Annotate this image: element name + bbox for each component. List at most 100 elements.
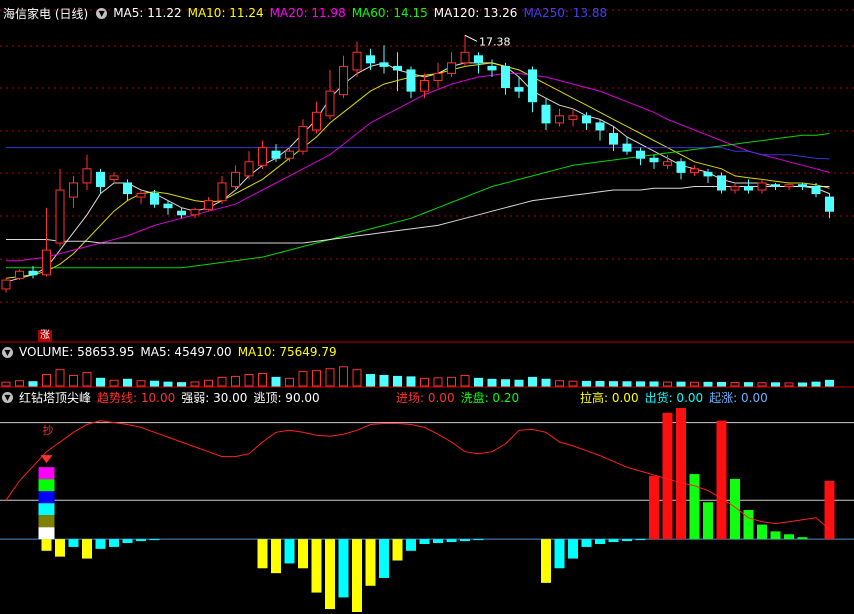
diamond-icon xyxy=(40,455,53,464)
candle-body xyxy=(811,185,821,195)
ma-line-ma120 xyxy=(6,186,830,244)
volume-label-1: MA5: 45497.00 xyxy=(140,345,232,359)
candle-body xyxy=(420,80,429,92)
indicator-bar xyxy=(298,539,308,569)
volume-bar xyxy=(15,380,24,387)
volume-bar xyxy=(474,377,483,387)
volume-bar xyxy=(379,374,389,387)
signal-bar xyxy=(784,534,794,540)
candle-body xyxy=(204,200,213,210)
ma-line-ma60 xyxy=(6,133,830,269)
volume-bar xyxy=(285,377,294,387)
candle-body xyxy=(676,161,686,173)
candle-body xyxy=(325,90,335,117)
ma-label-1: MA10: 11.24 xyxy=(187,6,264,20)
volume-bar xyxy=(528,376,537,387)
volume-bar xyxy=(514,379,524,387)
volume-bar xyxy=(55,369,65,387)
high-pointer xyxy=(464,34,478,42)
indicator-bar xyxy=(460,539,470,542)
volume-bar xyxy=(811,381,821,387)
candle-body xyxy=(757,182,767,191)
volume-bar xyxy=(109,379,119,387)
indicator-param-0: 趋势线: 10.00 xyxy=(97,390,176,405)
volume-bar xyxy=(636,381,645,387)
volume-label-0: VOLUME: 58653.95 xyxy=(19,345,135,359)
volume-bar xyxy=(339,366,348,387)
volume-bar xyxy=(96,377,105,387)
indicator-bar xyxy=(271,539,281,574)
ma-label-0: MA5: 11.22 xyxy=(113,6,182,20)
candle-body xyxy=(244,161,254,177)
candle-body xyxy=(663,161,672,166)
volume-bar xyxy=(825,379,834,387)
volume-bar xyxy=(487,378,497,387)
volume-bar xyxy=(690,381,699,387)
candle-body xyxy=(730,185,740,191)
signal-bar xyxy=(662,412,673,540)
candle-body xyxy=(231,171,240,187)
candle-body xyxy=(582,115,591,124)
candle-body xyxy=(163,203,173,209)
stock-title: 海信家电 (日线) xyxy=(3,6,89,21)
indicator-bar xyxy=(433,539,443,544)
ma-dropdown-icon[interactable]: ▼ xyxy=(96,7,108,19)
indicator-bar xyxy=(608,539,619,543)
indicator-bar xyxy=(136,539,146,542)
candle-body xyxy=(123,182,132,195)
candle-body xyxy=(528,69,537,103)
indicator-bar xyxy=(635,539,646,541)
indicator-bar xyxy=(284,539,295,564)
volume-bar xyxy=(28,381,38,387)
volume-bar xyxy=(609,381,618,387)
signal-bar xyxy=(649,476,659,540)
volume-bar xyxy=(663,381,672,387)
volume-bar xyxy=(298,371,308,387)
volume-bar xyxy=(784,382,794,387)
candle-body xyxy=(568,115,578,120)
candle-body xyxy=(474,55,483,64)
ma-legend: MA5: 11.22 MA10: 11.24 MA20: 11.98 MA60: 14… xyxy=(113,6,613,20)
indicator-bar xyxy=(365,539,376,586)
indicator-bar xyxy=(149,539,160,541)
stock-chart[interactable]: 17.38 抄 xyxy=(0,0,854,614)
indicator-bar xyxy=(379,539,389,578)
indicator-bar xyxy=(95,539,106,549)
candle-body xyxy=(595,122,605,131)
volume-bar xyxy=(703,381,713,387)
candle-body xyxy=(109,175,119,180)
indicator-bar xyxy=(338,539,349,598)
volume-bar xyxy=(366,373,375,387)
indicator-bar xyxy=(325,539,335,610)
volume-bar xyxy=(757,382,767,387)
volume-bar xyxy=(69,374,78,387)
tower-block xyxy=(38,515,55,528)
signal-bar xyxy=(824,480,835,540)
indicator-bar xyxy=(352,539,362,612)
candle-body xyxy=(136,193,146,198)
indicator-bar xyxy=(419,539,430,544)
volume-bar xyxy=(501,379,510,387)
volume-bar xyxy=(163,381,173,387)
candle-body xyxy=(649,157,659,163)
limit-up-badge: 涨 xyxy=(38,330,52,342)
volume-bar xyxy=(325,368,335,387)
sell-mark-label: 抄 xyxy=(43,423,54,437)
indicator-dropdown-icon[interactable]: ▼ xyxy=(2,391,13,403)
volume-bar xyxy=(190,381,200,387)
candle-body xyxy=(771,184,780,187)
volume-bar xyxy=(582,380,591,387)
indicator-bar xyxy=(311,539,322,593)
volume-bar xyxy=(771,382,780,387)
volume-bar xyxy=(271,376,281,387)
volume-bar xyxy=(730,382,740,387)
volume-bar xyxy=(433,377,443,387)
indicator-params: 趋势线: 10.00 强弱: 30.00 逃顶: 90.00 xyxy=(97,389,326,406)
volume-dropdown-icon[interactable]: ▼ xyxy=(2,346,13,358)
indicator-param3-2: 起涨: 0.00 xyxy=(709,390,768,405)
candle-body xyxy=(339,65,348,96)
volume-bar xyxy=(595,380,605,387)
ma-line-ma250 xyxy=(6,147,830,160)
candle-body xyxy=(366,55,375,64)
indicator-bar xyxy=(595,539,605,544)
